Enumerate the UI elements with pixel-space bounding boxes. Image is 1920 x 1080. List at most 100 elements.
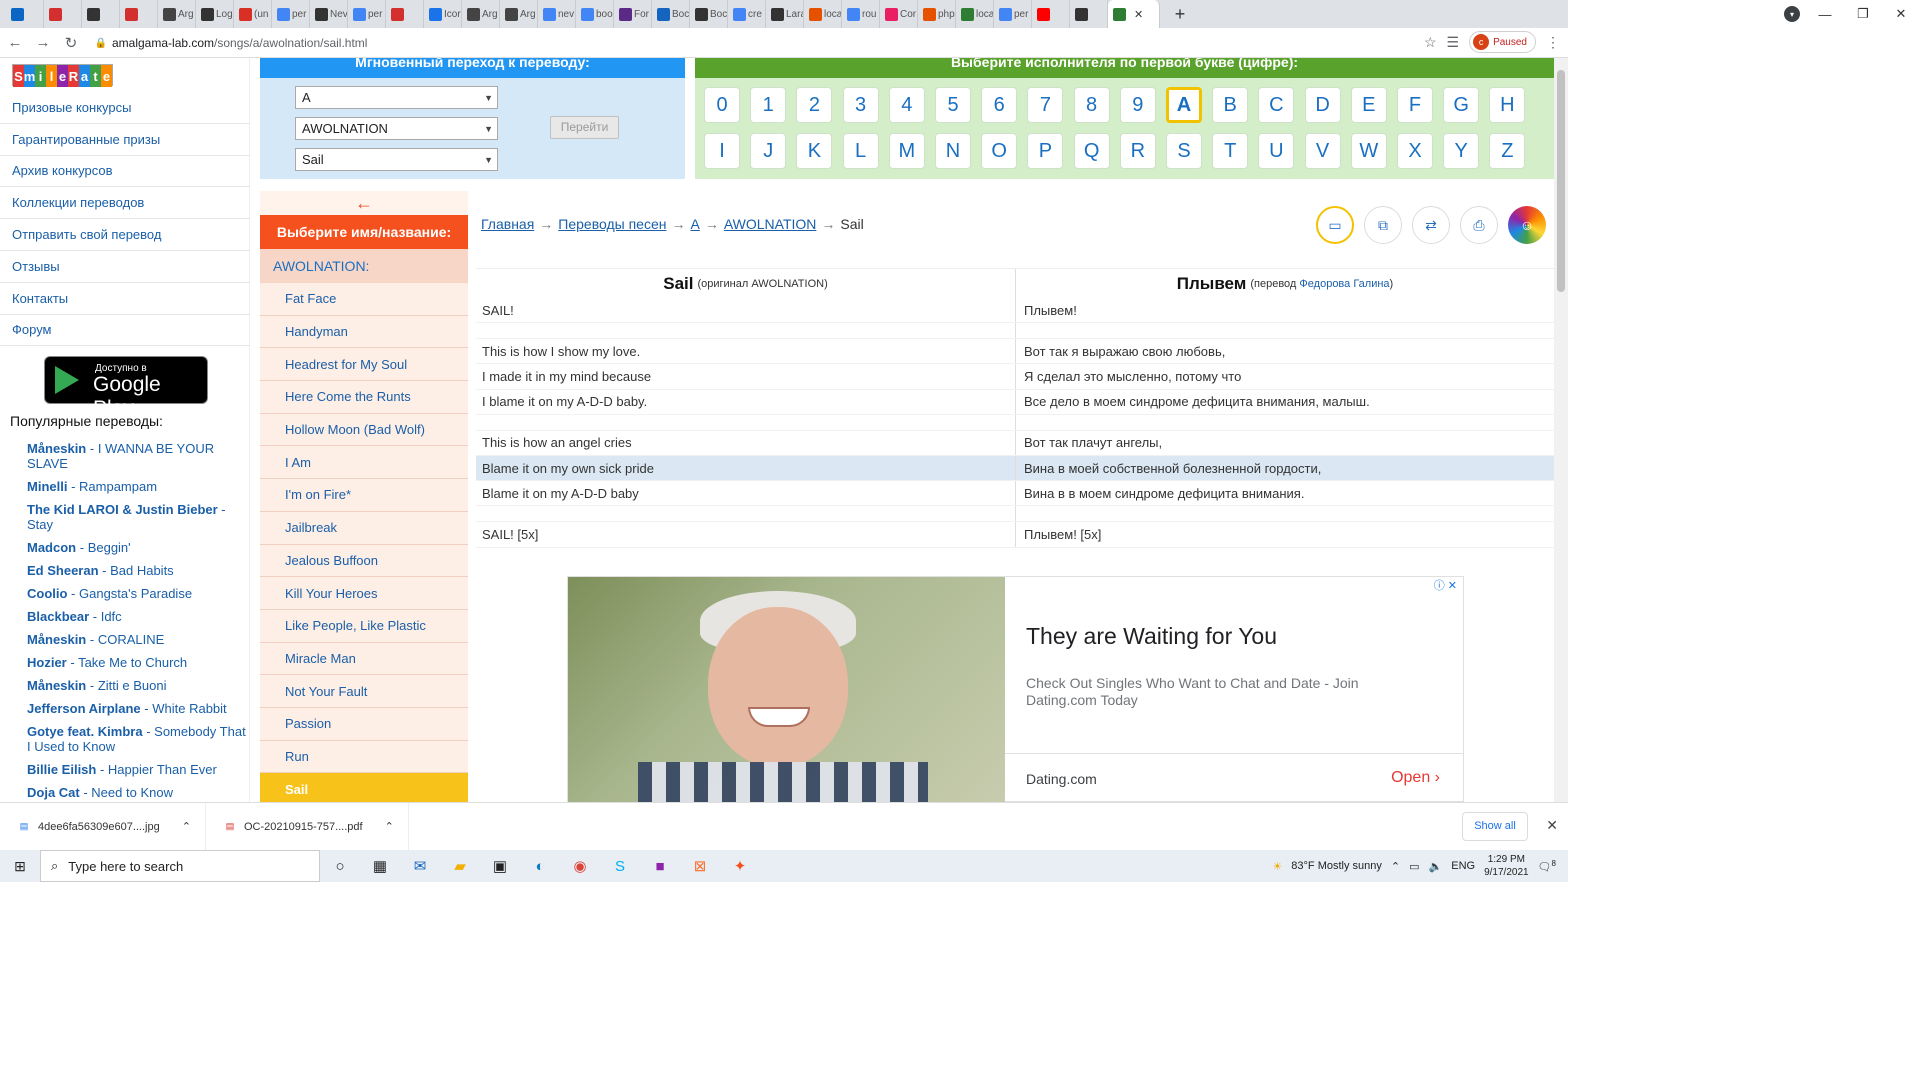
popular-song[interactable]: Need to Know (91, 785, 173, 800)
popular-song[interactable]: White Rabbit (152, 701, 226, 716)
letter-button[interactable]: N (935, 133, 971, 169)
browser-tab[interactable]: boo (576, 0, 614, 28)
browser-tab[interactable]: loca (804, 0, 842, 28)
song-item[interactable]: Handyman (260, 315, 468, 349)
browser-tab[interactable]: loca (956, 0, 994, 28)
windows-start-icon[interactable]: ⊞ (0, 850, 40, 882)
popular-song[interactable]: Rampampam (79, 479, 157, 494)
song-item[interactable]: Jailbreak (260, 511, 468, 545)
task-view-icon[interactable]: ▦ (360, 850, 400, 882)
scrollbar-thumb[interactable] (1557, 70, 1565, 292)
side-by-side-view-icon[interactable]: ▭ (1316, 206, 1354, 244)
letter-button[interactable]: P (1027, 133, 1064, 169)
letter-button[interactable]: 4 (888, 87, 925, 123)
overlay-view-icon[interactable]: ⧉ (1364, 206, 1402, 244)
popular-artist[interactable]: Billie Eilish (27, 762, 96, 777)
print-icon[interactable]: ⎙ (1460, 206, 1498, 244)
song-item[interactable]: Passion (260, 707, 468, 741)
browser-tab[interactable] (6, 0, 44, 28)
letter-button[interactable]: R (1119, 133, 1156, 169)
song-item[interactable]: Hollow Moon (Bad Wolf) (260, 413, 468, 447)
popular-item[interactable]: Hozier - Take Me to Church (27, 655, 249, 670)
popular-artist[interactable]: Måneskin (27, 678, 86, 693)
browser-tab-active[interactable]: ✕ (1108, 0, 1160, 28)
skype-icon[interactable]: S (600, 850, 640, 882)
lyrics-row[interactable]: I made it in my mind because Я сделал это… (476, 364, 1554, 390)
letter-button[interactable]: 8 (1073, 87, 1110, 123)
letter-button[interactable]: U (1258, 133, 1295, 169)
popular-song[interactable]: Take Me to Church (78, 655, 187, 670)
menu-item[interactable]: Архив конкурсов (0, 156, 250, 188)
popular-item[interactable]: Ed Sheeran - Bad Habits (27, 563, 249, 578)
menu-item[interactable]: Форум (0, 315, 250, 347)
popular-item[interactable]: Måneskin - I WANNA BE YOUR SLAVE (27, 441, 249, 471)
browser-tab[interactable]: rou (842, 0, 880, 28)
weather-text[interactable]: 83°F Mostly sunny (1291, 860, 1382, 872)
close-tab-icon[interactable]: ✕ (1134, 8, 1143, 21)
song-item[interactable]: Headrest for My Soul (260, 348, 468, 382)
lyrics-row[interactable]: I blame it on my A-D-D baby. Все дело в м… (476, 389, 1554, 415)
letter-button[interactable]: A (1166, 87, 1202, 123)
popular-item[interactable]: Madcon - Beggin' (27, 540, 249, 555)
popular-item[interactable]: Måneskin - Zitti e Buoni (27, 678, 249, 693)
letter-button[interactable]: 9 (1119, 87, 1156, 123)
browser-tab[interactable] (82, 0, 120, 28)
letter-button[interactable]: Z (1489, 133, 1526, 169)
popular-song[interactable]: Zitti e Buoni (98, 678, 167, 693)
browser-tab[interactable]: (un (234, 0, 272, 28)
browser-tab[interactable]: Boc (652, 0, 690, 28)
browser-tab[interactable]: Lara (766, 0, 804, 28)
song-item[interactable]: Fat Face (260, 283, 468, 316)
lock-icon[interactable]: 🔒 (90, 38, 112, 49)
song-item[interactable]: I Am (260, 446, 468, 480)
letter-button[interactable]: 5 (935, 87, 971, 123)
browser-tab[interactable]: Boc (690, 0, 728, 28)
browser-tab[interactable]: per (348, 0, 386, 28)
popular-item[interactable]: Minelli - Rampampam (27, 479, 249, 494)
popular-artist[interactable]: Jefferson Airplane (27, 701, 141, 716)
download-item[interactable]: ▤ OC-20210915-757....pdf ⌃ (206, 802, 409, 851)
close-icon[interactable]: ✕ (1546, 817, 1558, 834)
lyrics-row[interactable]: Blame it on my own sick pride Вина в моей… (476, 455, 1554, 482)
song-item[interactable]: Kill Your Heroes (260, 577, 468, 610)
song-item[interactable]: I'm on Fire* (260, 479, 468, 512)
letter-button[interactable]: V (1304, 133, 1341, 169)
letter-button[interactable]: L (842, 133, 879, 169)
notifications-icon[interactable]: 🗨8 (1538, 859, 1556, 874)
browser-tab[interactable]: nev (538, 0, 576, 28)
browser-tab[interactable]: Arg (500, 0, 538, 28)
address-bar[interactable]: 🔒 amalgama-lab.com/songs/a/awolnation/sa… (90, 31, 1440, 55)
browser-tab[interactable]: cre (728, 0, 766, 28)
letter-select[interactable]: A ▼ (295, 86, 498, 109)
letter-button[interactable]: I (704, 133, 740, 169)
menu-item[interactable]: Отзывы (0, 251, 250, 283)
breadcrumb-home[interactable]: Главная (481, 216, 534, 232)
popular-item[interactable]: The Kid LAROI & Justin Bieber - Stay (27, 502, 249, 532)
chevron-up-icon[interactable]: ⌃ (385, 820, 394, 833)
network-icon[interactable]: ▭ (1409, 860, 1419, 873)
new-tab-button[interactable]: + (1166, 4, 1194, 25)
tab-search-icon[interactable]: ▾ (1784, 6, 1800, 22)
popular-artist[interactable]: The Kid LAROI & Justin Bieber (27, 502, 218, 517)
page-scrollbar[interactable] (1554, 58, 1568, 802)
chrome-icon[interactable]: ◉ (560, 850, 600, 882)
back-icon[interactable]: ← (2, 30, 28, 56)
letter-button[interactable]: C (1258, 87, 1295, 123)
letter-button[interactable]: G (1443, 87, 1480, 123)
letter-button[interactable]: H (1489, 87, 1526, 123)
letter-button[interactable]: 0 (704, 87, 740, 123)
letter-button[interactable]: T (1212, 133, 1249, 169)
popular-artist[interactable]: Blackbear (27, 609, 89, 624)
letter-button[interactable]: 1 (750, 87, 787, 123)
ad-image[interactable] (568, 577, 1005, 802)
popular-artist[interactable]: Minelli (27, 479, 67, 494)
song-item[interactable]: Not Your Fault (260, 675, 468, 708)
popular-item[interactable]: Doja Cat - Need to Know (27, 785, 249, 800)
song-item[interactable]: Like People, Like Plastic (260, 609, 468, 643)
smilerate-icon[interactable]: ☺ (1508, 206, 1546, 244)
maximize-button[interactable]: ❐ (1844, 6, 1882, 22)
mail-icon[interactable]: ✉ (400, 850, 440, 882)
popular-artist[interactable]: Måneskin (27, 441, 86, 456)
popular-artist[interactable]: Ed Sheeran (27, 563, 99, 578)
popular-song[interactable]: Stay (27, 517, 53, 532)
